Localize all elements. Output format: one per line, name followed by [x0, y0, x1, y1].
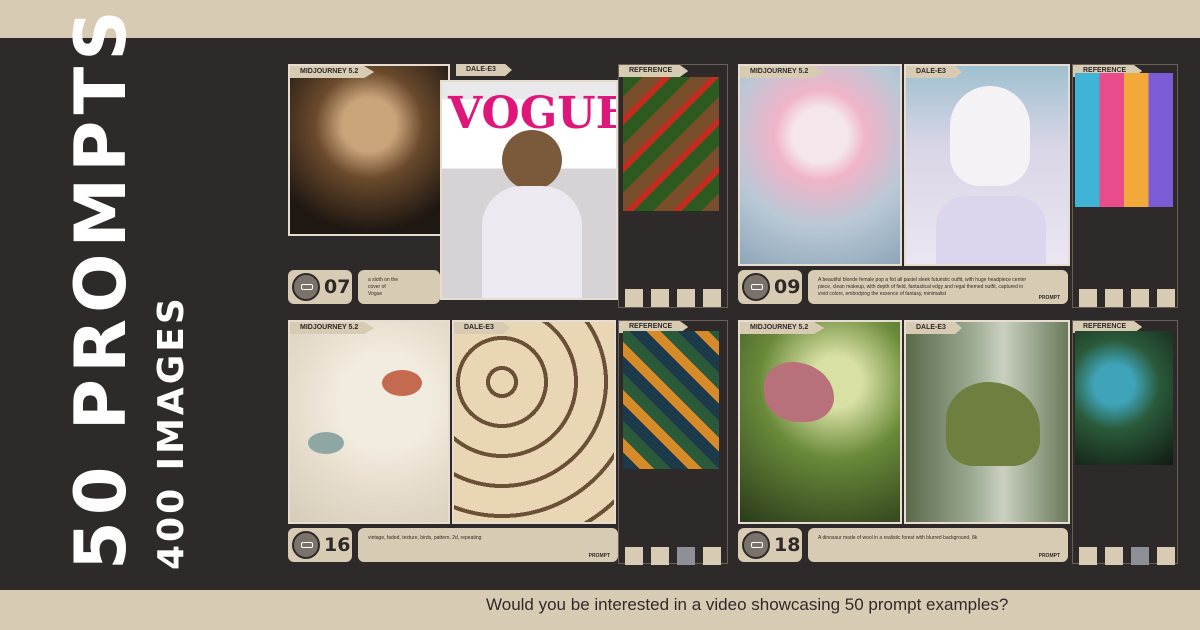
prompt-text: vintage, faded, texture, birds, pattern,… — [368, 535, 482, 541]
square — [1079, 547, 1097, 565]
sloth-head — [502, 130, 562, 190]
reference-image — [1075, 331, 1173, 465]
square — [677, 547, 695, 565]
square — [1157, 289, 1175, 307]
reference-column: REFERENCE — [1072, 64, 1178, 308]
prompt-box: A beautiful blonde female pop a fist all… — [808, 270, 1068, 304]
prompt-text: A dinosaur made of wool in a realistic f… — [818, 535, 978, 541]
square — [651, 289, 669, 307]
dalle-tag: DALE-E3 — [456, 64, 512, 76]
dalle-image: VOGUE — [440, 80, 618, 300]
reference-image — [1075, 73, 1173, 207]
hair — [950, 86, 1030, 186]
midjourney-tag: MIDJOURNEY 5.2 — [740, 322, 825, 334]
prompt-label: PROMPT — [1038, 553, 1060, 559]
prompt-card-09[interactable]: MIDJOURNEY 5.2 DALE-E3 REFERENCE 09 A be… — [738, 64, 1178, 314]
dalle-tag: DALE-E3 — [454, 322, 510, 334]
number-badge: 07 — [288, 270, 352, 304]
midjourney-tag: MIDJOURNEY 5.2 — [290, 322, 375, 334]
midjourney-image: MIDJOURNEY 5.2 — [288, 320, 450, 524]
prompt-card-07[interactable]: MIDJOURNEY 5.2 VOGUE DALE-E3 REFERENCE 0… — [288, 64, 728, 314]
midjourney-tag: MIDJOURNEY 5.2 — [290, 66, 375, 78]
midjourney-image: MIDJOURNEY 5.2 — [288, 64, 450, 236]
square — [703, 289, 721, 307]
dalle-tag: DALE-E3 — [906, 66, 962, 78]
prompt-card-16[interactable]: MIDJOURNEY 5.2 DALE-E3 REFERENCE 16 vint… — [288, 320, 728, 570]
prompt-text: a sloth on the cover of Vogue — [368, 277, 399, 297]
dalle-image: DALE-E3 — [904, 64, 1070, 266]
subheadline: 400 IMAGES — [151, 295, 192, 570]
rating-squares — [625, 547, 721, 565]
bird — [382, 370, 422, 396]
prompt-box: a sloth on the cover of Vogue — [358, 270, 440, 304]
prompt-label: PROMPT — [1038, 295, 1060, 301]
square — [1105, 289, 1123, 307]
number-badge: 16 — [288, 528, 352, 562]
midjourney-tag: MIDJOURNEY 5.2 — [740, 66, 825, 78]
reference-image — [623, 331, 719, 469]
reference-image — [623, 77, 719, 211]
square — [625, 547, 643, 565]
midjourney-image: MIDJOURNEY 5.2 — [738, 320, 902, 524]
prompt-text: A beautiful blonde female pop a fist all… — [818, 277, 1027, 297]
rating-squares — [625, 289, 721, 307]
square — [1131, 289, 1149, 307]
number-badge: 09 — [738, 270, 802, 304]
dress — [482, 186, 582, 298]
top-band — [0, 0, 1200, 38]
prompt-box: A dinosaur made of wool in a realistic f… — [808, 528, 1068, 562]
reference-column: REFERENCE — [618, 64, 728, 308]
square — [703, 547, 721, 565]
bird — [308, 432, 344, 454]
avatar-icon — [742, 273, 770, 301]
square — [651, 547, 669, 565]
dinosaur — [764, 362, 834, 422]
number-badge: 18 — [738, 528, 802, 562]
outfit — [936, 196, 1046, 264]
dalle-image: DALE-E3 — [904, 320, 1070, 524]
wool-dinosaur — [946, 382, 1040, 466]
avatar-icon — [292, 531, 320, 559]
avatar-icon — [292, 273, 320, 301]
square — [1079, 289, 1097, 307]
reference-tag: REFERENCE — [619, 65, 689, 77]
square — [1105, 547, 1123, 565]
square — [1157, 547, 1175, 565]
prompt-number: 09 — [774, 276, 801, 298]
avatar-icon — [742, 531, 770, 559]
square — [677, 289, 695, 307]
square — [625, 289, 643, 307]
headline: 50 PROMPTS — [60, 4, 142, 570]
midjourney-image: MIDJOURNEY 5.2 — [738, 64, 902, 266]
prompt-number: 18 — [774, 534, 801, 556]
prompt-label: PROMPT — [588, 553, 610, 559]
dalle-tag: DALE-E3 — [906, 322, 962, 334]
prompt-number: 16 — [324, 534, 351, 556]
square — [1131, 547, 1149, 565]
dalle-image: DALE-E3 — [452, 320, 616, 524]
reference-column: REFERENCE — [1072, 320, 1178, 565]
reference-column: REFERENCE — [618, 320, 728, 565]
prompt-card-18[interactable]: MIDJOURNEY 5.2 DALE-E3 REFERENCE 18 A di… — [738, 320, 1178, 570]
prompt-box: vintage, faded, texture, birds, pattern,… — [358, 528, 618, 562]
question-text: Would you be interested in a video showc… — [486, 595, 1009, 614]
rating-squares — [1079, 289, 1175, 307]
rating-squares — [1079, 547, 1175, 565]
prompt-number: 07 — [324, 276, 351, 298]
